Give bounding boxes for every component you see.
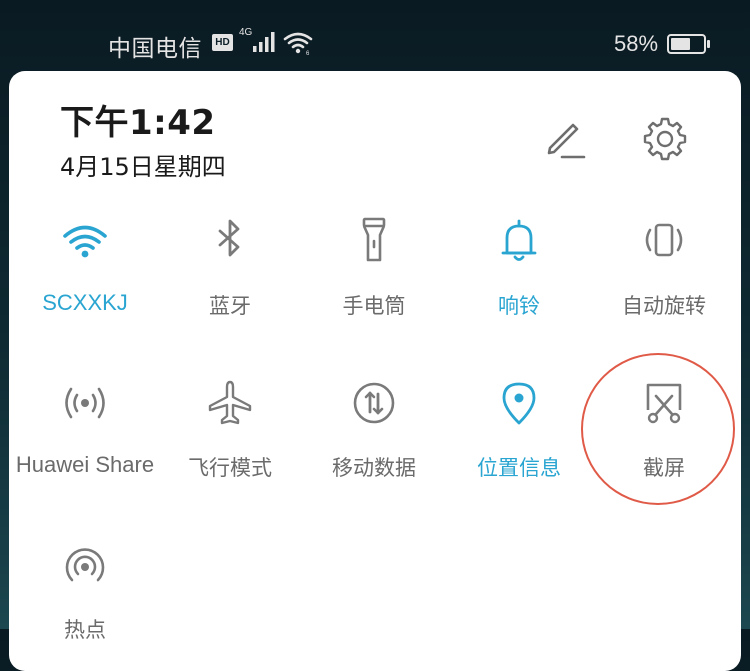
tile-label: Huawei Share	[15, 452, 155, 477]
tile-label: 自动旋转	[622, 294, 706, 318]
tile-label: 手电筒	[342, 294, 406, 318]
tile-label: 截屏	[643, 456, 685, 480]
svg-text:6: 6	[306, 51, 310, 56]
hotspot-icon	[65, 548, 105, 582]
tile-label: 位置信息	[477, 456, 561, 480]
tile-ring[interactable]: 响铃	[446, 216, 592, 336]
bluetooth-icon	[218, 219, 240, 257]
mobile-data-icon	[353, 382, 395, 424]
tile-location[interactable]: 位置信息	[446, 378, 592, 498]
edit-tiles-button[interactable]	[540, 115, 590, 165]
quick-settings-panel: 下午1:42 4月15日星期四 SCXXKJ 蓝牙 手电筒 响铃 自动旋转 Hu…	[9, 71, 741, 671]
hd-voice-badge: HD	[212, 34, 233, 51]
status-bar: 中国电信 HD 4G 6 58%	[0, 0, 750, 72]
tile-label: 响铃	[498, 294, 540, 318]
huawei-share-icon	[65, 387, 105, 419]
tile-hotspot[interactable]: 热点	[12, 540, 158, 660]
tile-label: 热点	[64, 618, 106, 642]
carrier-name: 中国电信	[108, 36, 202, 62]
tile-huawei-share[interactable]: Huawei Share	[12, 378, 158, 498]
network-type: 4G	[239, 27, 253, 38]
airplane-icon	[208, 380, 252, 425]
tile-label: 飞行模式	[188, 456, 272, 480]
settings-button[interactable]	[637, 111, 693, 167]
auto-rotate-icon	[645, 223, 683, 257]
battery-icon	[667, 34, 710, 54]
tile-screenshot[interactable]: 截屏	[591, 378, 737, 498]
cellular-signal-icon	[253, 32, 275, 52]
tile-auto-rotate[interactable]: 自动旋转	[591, 216, 737, 336]
location-pin-icon	[502, 382, 536, 425]
tile-label: 移动数据	[332, 456, 416, 480]
tile-bluetooth[interactable]: 蓝牙	[157, 216, 303, 336]
tile-mobile-data[interactable]: 移动数据	[301, 378, 447, 498]
bell-icon	[501, 219, 537, 261]
tile-label: SCXXKJ	[42, 290, 128, 315]
battery-percent: 58%	[614, 31, 659, 56]
tile-wifi[interactable]: SCXXKJ	[12, 216, 158, 336]
wifi-status-icon: 6	[283, 32, 313, 56]
screenshot-scissors-icon	[646, 383, 682, 424]
flashlight-icon	[362, 217, 386, 262]
tile-flashlight[interactable]: 手电筒	[301, 216, 447, 336]
clock-time: 下午1:42	[60, 103, 216, 143]
tile-airplane-mode[interactable]: 飞行模式	[157, 378, 303, 498]
tile-label: 蓝牙	[209, 294, 251, 318]
pencil-edit-icon	[547, 123, 586, 159]
gear-icon	[643, 117, 687, 161]
clock-date: 4月15日星期四	[60, 153, 226, 181]
wifi-icon	[63, 225, 107, 258]
